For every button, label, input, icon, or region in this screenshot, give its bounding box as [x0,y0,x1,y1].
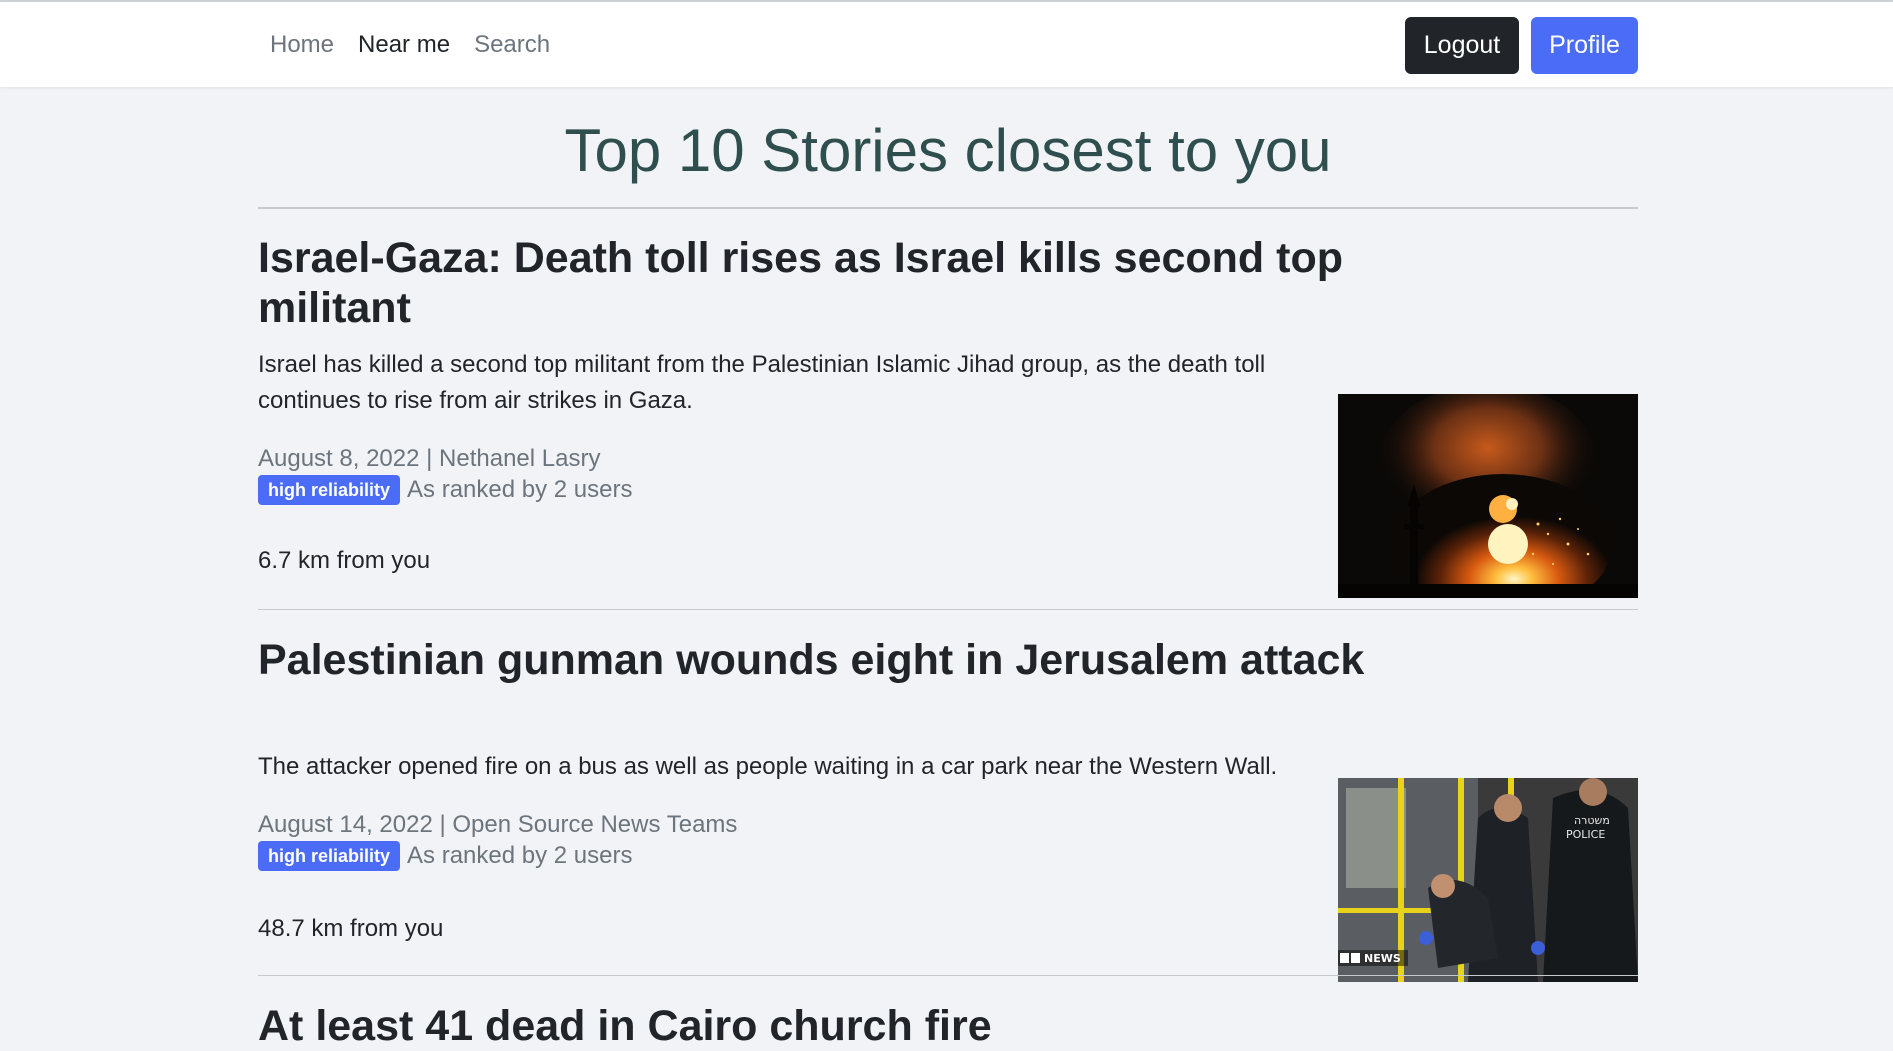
ranking-text: As ranked by 2 users [407,476,633,503]
story-reliability: high reliability As ranked by 2 users [258,475,632,505]
story-distance: 6.7 km from you [258,547,431,574]
story-image-bus-police[interactable]: משטרה POLICE NEWS [1338,778,1638,982]
story-distance: 48.7 km from you [258,915,444,942]
navbar-inner: Home Near me Search Logout Profile [258,2,1638,87]
story-divider [258,975,1638,976]
nav-link-near-me[interactable]: Near me [358,31,450,59]
story-title[interactable]: Israel-Gaza: Death toll rises as Israel … [258,233,1368,333]
story-description: Israel has killed a second top militant … [258,351,1266,414]
story-image-explosion[interactable] [1338,394,1638,598]
nav-link-home[interactable]: Home [270,31,334,59]
navbar: Home Near me Search Logout Profile [0,2,1893,87]
story-title[interactable]: At least 41 dead in Cairo church fire [258,1001,1368,1051]
svg-text:NEWS: NEWS [1364,952,1401,965]
story-title[interactable]: Palestinian gunman wounds eight in Jerus… [258,635,1368,685]
nav-links: Home Near me Search [258,2,562,87]
story-meta: August 8, 2022 | Nethanel Lasry [258,445,601,472]
story-reliability: high reliability As ranked by 2 users [258,841,632,871]
nav-buttons: Logout Profile [1405,17,1638,74]
page-title: Top 10 Stories closest to you [564,117,1332,184]
reliability-badge: high reliability [258,475,401,505]
story-meta: August 14, 2022 | Open Source News Teams [258,811,738,838]
story-description: The attacker opened fire on a bus as wel… [258,753,1278,780]
profile-button[interactable]: Profile [1531,17,1638,74]
nav-link-search[interactable]: Search [474,31,550,59]
logout-button[interactable]: Logout [1405,17,1519,74]
story-divider [258,609,1638,610]
reliability-badge: high reliability [258,841,401,871]
title-divider [258,207,1638,209]
ranking-text: As ranked by 2 users [407,842,633,869]
